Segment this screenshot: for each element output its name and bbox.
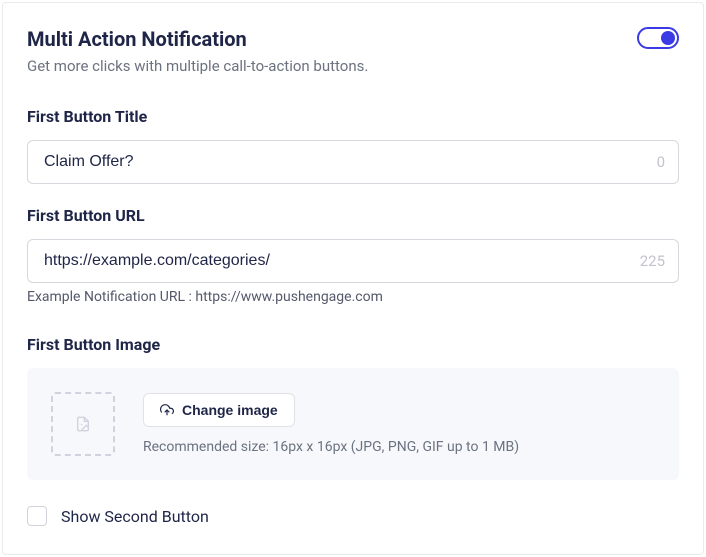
header-row: Multi Action Notification — [27, 27, 679, 51]
url-hint: Example Notification URL : https://www.p… — [27, 289, 679, 305]
first-button-url-input[interactable] — [27, 239, 679, 283]
multi-action-panel: Multi Action Notification Get more click… — [2, 2, 704, 555]
first-button-title-label: First Button Title — [27, 107, 679, 126]
first-button-image-label: First Button Image — [27, 335, 679, 354]
first-button-title-input[interactable] — [27, 140, 679, 184]
first-button-url-label: First Button URL — [27, 206, 679, 225]
change-image-button[interactable]: Change image — [143, 393, 295, 427]
show-second-button-checkbox[interactable] — [27, 506, 47, 526]
show-second-button-label: Show Second Button — [61, 507, 209, 526]
file-image-icon — [75, 416, 91, 432]
first-button-title-wrap: 0 — [27, 140, 679, 184]
image-recommendation: Recommended size: 16px x 16px (JPG, PNG,… — [143, 439, 519, 455]
first-button-url-wrap: 225 — [27, 239, 679, 283]
enable-toggle[interactable] — [637, 27, 679, 49]
first-button-url-counter: 225 — [640, 252, 665, 270]
image-dropzone[interactable] — [51, 392, 115, 456]
second-button-row: Show Second Button — [27, 506, 679, 526]
upload-cloud-icon — [160, 403, 174, 417]
first-button-title-counter: 0 — [657, 153, 665, 171]
image-upload-box: Change image Recommended size: 16px x 16… — [27, 368, 679, 480]
upload-info: Change image Recommended size: 16px x 16… — [143, 393, 519, 455]
section-description: Get more clicks with multiple call-to-ac… — [27, 57, 679, 75]
section-title: Multi Action Notification — [27, 27, 247, 51]
change-image-label: Change image — [182, 402, 278, 418]
